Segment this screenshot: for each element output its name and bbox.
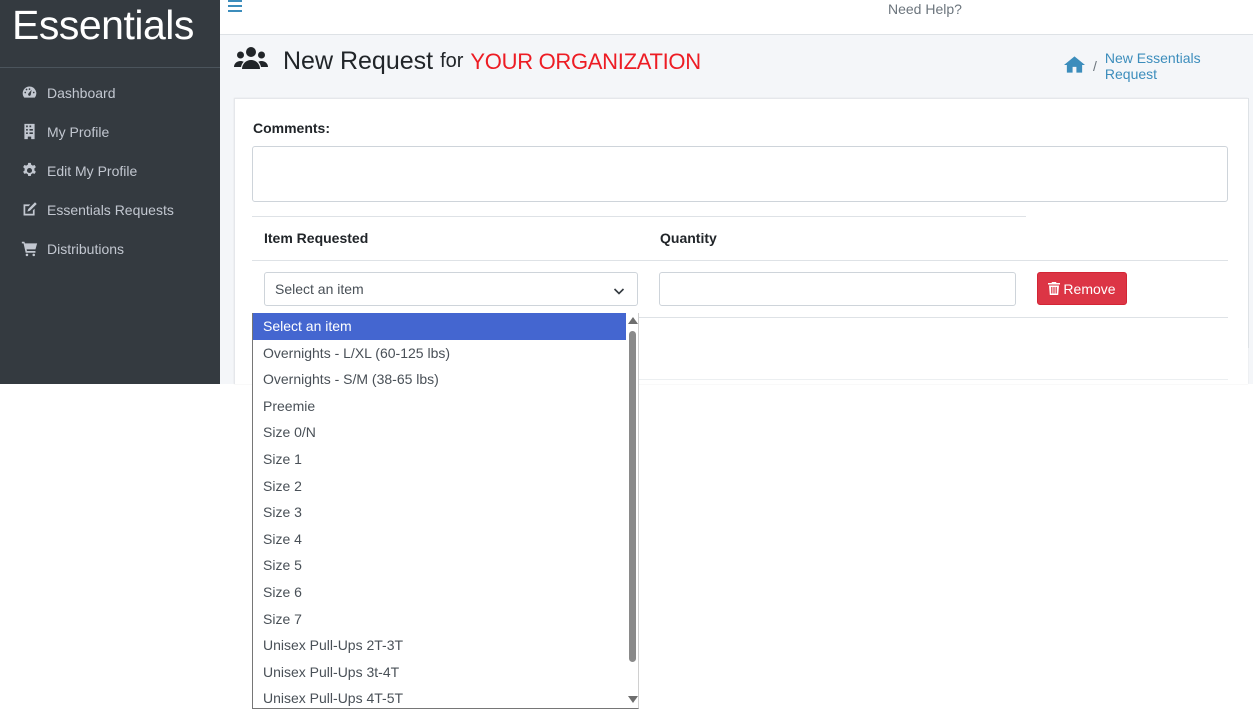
item-option[interactable]: Size 7 xyxy=(253,606,626,633)
item-option[interactable]: Size 3 xyxy=(253,499,626,526)
card-edge xyxy=(1248,98,1249,348)
trash-icon xyxy=(1048,282,1061,295)
sidebar-item-distributions[interactable]: Distributions xyxy=(0,229,220,268)
brand-logo[interactable]: Essentials xyxy=(0,0,220,68)
sidebar-item-label: My Profile xyxy=(47,123,110,140)
item-option[interactable]: Size 0/N xyxy=(253,419,626,446)
table-divider xyxy=(252,216,1026,217)
sidebar-nav: Dashboard My Profile Edit My Profile Ess… xyxy=(0,68,220,268)
page-title: New Request for YOUR ORGANIZATION xyxy=(234,46,701,77)
users-icon xyxy=(234,46,268,77)
menu-toggle-icon[interactable] xyxy=(228,0,242,14)
breadcrumb: / New Essentials Request xyxy=(1064,50,1253,82)
sidebar-item-label: Essentials Requests xyxy=(47,201,174,218)
item-options-list: Select an item Overnights - L/XL (60-125… xyxy=(253,313,626,708)
sidebar-item-label: Edit My Profile xyxy=(47,162,138,179)
top-navbar: Need Help? xyxy=(220,0,1253,35)
item-requested-header: Item Requested xyxy=(264,230,369,246)
quantity-header: Quantity xyxy=(660,230,717,246)
sidebar-item-dashboard[interactable]: Dashboard xyxy=(0,73,220,112)
brand-name: Essentials xyxy=(12,2,194,48)
item-option[interactable]: Size 2 xyxy=(253,473,626,500)
breadcrumb-current[interactable]: New Essentials Request xyxy=(1105,50,1253,82)
app-root: Essentials Dashboard My Profile Edit My … xyxy=(0,0,1253,717)
item-option[interactable]: Overnights - L/XL (60-125 lbs) xyxy=(253,340,626,367)
page-title-text: New Request xyxy=(283,47,434,75)
scroll-up-arrow-icon[interactable] xyxy=(628,317,638,324)
sidebar-item-label: Distributions xyxy=(47,240,125,257)
item-option[interactable]: Unisex Pull-Ups 3t-4T xyxy=(253,659,626,686)
dropdown-scrollbar[interactable] xyxy=(626,313,638,708)
item-select-dropdown[interactable]: Select an item Overnights - L/XL (60-125… xyxy=(252,313,639,709)
remove-button[interactable]: Remove xyxy=(1037,272,1127,305)
item-option[interactable]: Size 5 xyxy=(253,552,626,579)
sidebar-item-edit-my-profile[interactable]: Edit My Profile xyxy=(0,151,220,190)
quantity-input[interactable] xyxy=(659,272,1016,306)
item-option[interactable]: Unisex Pull-Ups 4T-5T xyxy=(253,685,626,708)
table-divider xyxy=(252,260,1228,261)
scrollbar-thumb[interactable] xyxy=(629,331,636,662)
page-title-for: for xyxy=(440,50,464,72)
item-option[interactable]: Select an item xyxy=(253,313,626,340)
sidebar-item-essentials-requests[interactable]: Essentials Requests xyxy=(0,190,220,229)
item-option[interactable]: Unisex Pull-Ups 2T-3T xyxy=(253,632,626,659)
scroll-down-arrow-icon[interactable] xyxy=(628,696,638,703)
need-help-link[interactable]: Need Help? xyxy=(888,1,962,17)
gear-icon xyxy=(20,162,38,180)
organization-name: YOUR ORGANIZATION xyxy=(470,48,701,74)
breadcrumb-separator: / xyxy=(1093,58,1097,74)
remove-button-label: Remove xyxy=(1063,280,1116,297)
chevron-down-icon xyxy=(613,284,625,296)
item-option[interactable]: Size 4 xyxy=(253,526,626,553)
item-select[interactable]: Select an item xyxy=(264,272,638,306)
sidebar: Essentials Dashboard My Profile Edit My … xyxy=(0,0,220,384)
tachometer-icon xyxy=(20,84,38,102)
item-option[interactable]: Size 6 xyxy=(253,579,626,606)
item-option[interactable]: Overnights - S/M (38-65 lbs) xyxy=(253,366,626,393)
comments-label: Comments: xyxy=(253,120,331,136)
comments-textarea[interactable] xyxy=(252,146,1228,202)
item-select-value: Select an item xyxy=(275,281,364,297)
item-option[interactable]: Preemie xyxy=(253,393,626,420)
cart-icon xyxy=(20,240,38,258)
item-option[interactable]: Size 1 xyxy=(253,446,626,473)
building-icon xyxy=(20,123,38,141)
sidebar-item-my-profile[interactable]: My Profile xyxy=(0,112,220,151)
sidebar-item-label: Dashboard xyxy=(47,84,116,101)
home-icon[interactable] xyxy=(1064,55,1085,77)
edit-icon xyxy=(20,201,38,219)
